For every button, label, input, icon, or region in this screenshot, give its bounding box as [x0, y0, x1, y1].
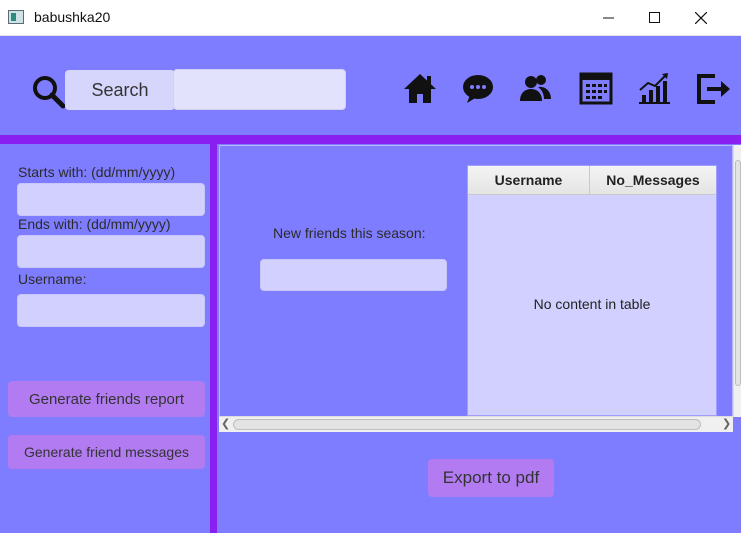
search-input[interactable]: [173, 69, 346, 110]
username-field[interactable]: [17, 294, 205, 327]
generate-friends-report-button[interactable]: Generate friends report: [8, 381, 205, 417]
start-date-field[interactable]: [17, 183, 205, 216]
header-divider: [0, 135, 741, 144]
app-icon: [8, 10, 24, 24]
close-icon: [695, 12, 707, 24]
new-friends-field[interactable]: [260, 259, 447, 291]
horizontal-scrollbar-thumb[interactable]: [233, 419, 701, 430]
scroll-left-arrow-icon[interactable]: ❮: [221, 417, 231, 431]
stats-icon[interactable]: [634, 68, 674, 108]
end-date-label: Ends with: (dd/mm/yyyy): [18, 216, 171, 232]
search-button[interactable]: Search: [65, 70, 175, 110]
vertical-scrollbar-thumb[interactable]: [735, 160, 741, 386]
window-title: babushka20: [34, 9, 111, 25]
table-empty-message: No content in table: [533, 296, 651, 312]
new-friends-label: New friends this season:: [273, 225, 426, 241]
generate-friend-messages-button[interactable]: Generate friend messages: [8, 435, 205, 469]
start-date-label: Starts with: (dd/mm/yyyy): [18, 164, 176, 180]
chat-icon[interactable]: [458, 68, 498, 108]
close-button[interactable]: [678, 0, 724, 36]
export-to-pdf-button[interactable]: Export to pdf: [428, 459, 554, 497]
friends-table[interactable]: [467, 165, 717, 416]
minimize-button[interactable]: [586, 0, 632, 36]
calendar-icon[interactable]: [576, 68, 616, 108]
minimize-icon: [603, 17, 614, 19]
friends-icon[interactable]: [516, 68, 556, 108]
username-label: Username:: [18, 271, 87, 287]
search-icon[interactable]: [30, 72, 70, 112]
column-header-username[interactable]: Username: [468, 166, 590, 195]
panel-divider: [210, 144, 217, 533]
maximize-button[interactable]: [632, 0, 678, 36]
logout-icon[interactable]: [693, 68, 733, 108]
end-date-field[interactable]: [17, 235, 205, 268]
scroll-right-arrow-icon[interactable]: ❯: [722, 417, 732, 431]
maximize-icon: [649, 12, 660, 23]
column-header-no-messages[interactable]: No_Messages: [590, 166, 716, 195]
home-icon[interactable]: [400, 68, 440, 108]
